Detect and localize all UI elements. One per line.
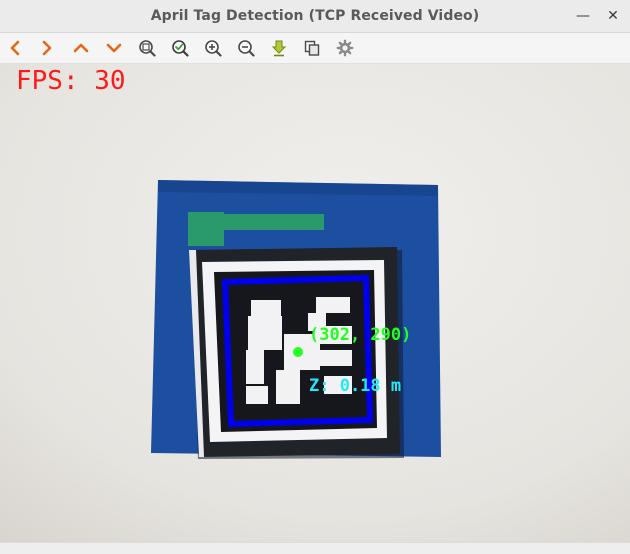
minimize-button[interactable]: —	[574, 7, 592, 25]
camera-image	[0, 64, 630, 542]
save-button[interactable]	[268, 37, 290, 59]
settings-button[interactable]	[334, 37, 356, 59]
copy-icon	[304, 40, 320, 56]
copy-button[interactable]	[301, 37, 323, 59]
up-arrow-icon	[73, 43, 89, 53]
down-arrow-icon	[106, 43, 122, 53]
tag-distance-label: Z: 0.18 m	[309, 376, 402, 396]
zoom-fit-button[interactable]	[136, 37, 158, 59]
forward-button[interactable]	[36, 37, 58, 59]
zoom-original-icon	[172, 40, 189, 57]
down-button[interactable]	[103, 37, 125, 59]
settings-gear-icon	[336, 39, 354, 57]
zoom-fit-icon	[139, 40, 156, 57]
status-bar	[0, 542, 630, 554]
save-download-icon	[271, 40, 287, 57]
toolbar	[0, 33, 630, 64]
back-arrow-icon	[10, 40, 20, 56]
zoom-in-icon	[205, 40, 222, 57]
zoom-in-button[interactable]	[202, 37, 224, 59]
zoom-out-button[interactable]	[235, 37, 257, 59]
forward-arrow-icon	[42, 40, 52, 56]
up-button[interactable]	[70, 37, 92, 59]
fps-label: FPS: 30	[16, 66, 126, 96]
close-button[interactable]: ✕	[604, 7, 622, 25]
zoom-original-button[interactable]	[169, 37, 191, 59]
back-button[interactable]	[4, 37, 26, 59]
title-bar: April Tag Detection (TCP Received Video)…	[0, 0, 630, 33]
close-icon: ✕	[607, 8, 619, 24]
tag-center-dot	[293, 347, 303, 357]
video-frame	[0, 64, 630, 542]
tag-center-coordinates: (302, 290)	[309, 325, 412, 345]
zoom-out-icon	[238, 40, 255, 57]
green-clip	[188, 212, 224, 246]
minimize-icon: —	[576, 8, 590, 24]
window-title: April Tag Detection (TCP Received Video)	[150, 8, 480, 24]
